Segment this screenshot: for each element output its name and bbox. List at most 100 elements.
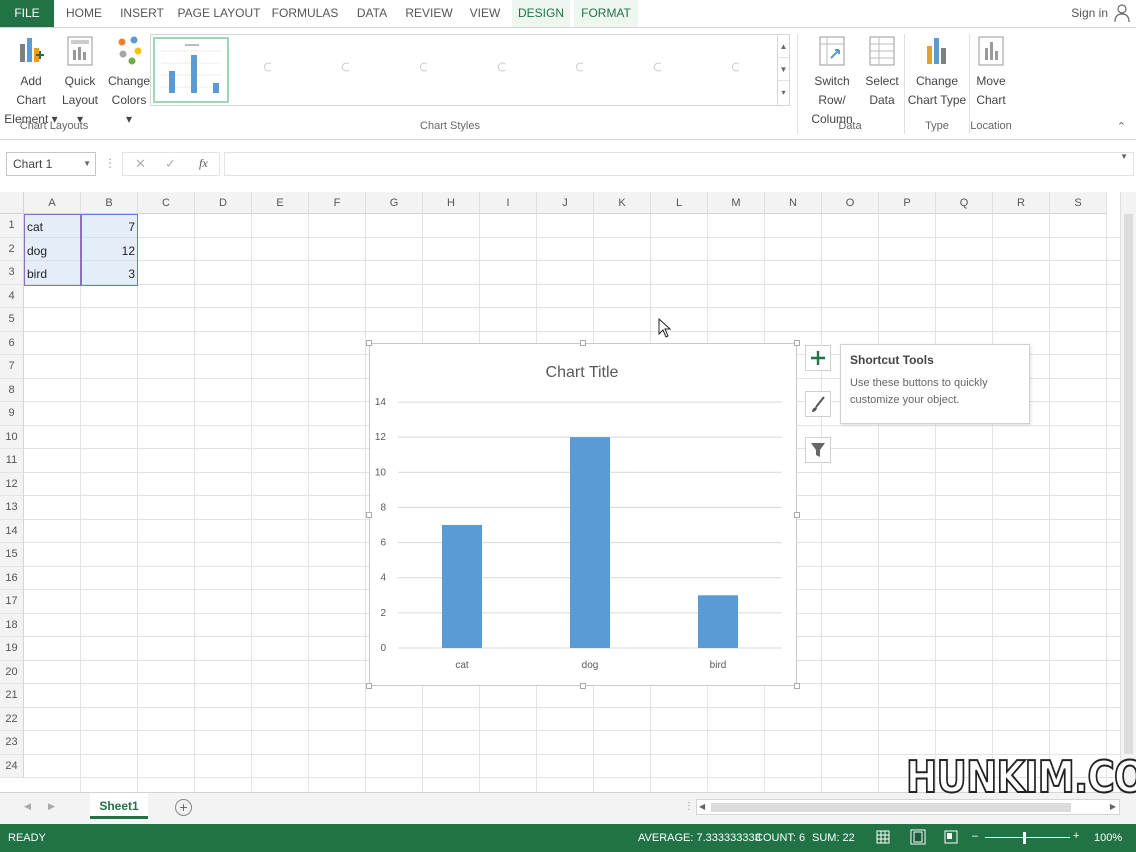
chart-style-2[interactable]	[263, 61, 273, 72]
expand-formula-bar-icon[interactable]: ▼	[1120, 152, 1128, 161]
zoom-in-icon[interactable]: +	[1073, 830, 1079, 842]
tab-view[interactable]: VIEW	[462, 0, 508, 27]
column-header-p[interactable]: P	[879, 192, 936, 214]
previous-sheet-icon[interactable]: ◀	[24, 801, 31, 812]
move-chart-button[interactable]: Move Chart	[970, 34, 1012, 110]
row-header-10[interactable]: 10	[0, 425, 24, 449]
chart-resize-handle[interactable]	[794, 340, 800, 346]
chart-style-3[interactable]	[341, 61, 351, 72]
row-header-21[interactable]: 21	[0, 684, 24, 708]
column-header-f[interactable]: F	[309, 192, 366, 214]
zoom-out-icon[interactable]: –	[972, 830, 978, 842]
cell-a2[interactable]: dog	[24, 240, 81, 263]
row-header-22[interactable]: 22	[0, 707, 24, 731]
change-chart-type-button[interactable]: Change Chart Type	[906, 34, 968, 110]
chart-style-5[interactable]	[497, 61, 507, 72]
column-header-a[interactable]: A	[24, 192, 81, 214]
column-header-g[interactable]: G	[366, 192, 423, 214]
tab-format[interactable]: FORMAT	[574, 0, 638, 27]
row-header-3[interactable]: 3	[0, 261, 24, 285]
row-header-14[interactable]: 14	[0, 519, 24, 543]
tab-data[interactable]: DATA	[348, 0, 396, 27]
chart-resize-handle[interactable]	[366, 512, 372, 518]
user-icon[interactable]	[1114, 3, 1130, 23]
chart-resize-handle[interactable]	[366, 683, 372, 689]
select-data-button[interactable]: Select Data	[864, 34, 900, 110]
row-header-19[interactable]: 19	[0, 637, 24, 661]
bar-dog[interactable]	[570, 437, 610, 648]
chart-title[interactable]: Chart Title	[546, 364, 619, 381]
chart-style-1-selected[interactable]	[153, 37, 229, 103]
vertical-scrollbar[interactable]	[1120, 192, 1136, 792]
tab-page-layout[interactable]: PAGE LAYOUT	[172, 0, 266, 27]
column-header-c[interactable]: C	[138, 192, 195, 214]
column-header-h[interactable]: H	[423, 192, 480, 214]
row-header-5[interactable]: 5	[0, 308, 24, 332]
tab-formulas[interactable]: FORMULAS	[268, 0, 342, 27]
row-header-12[interactable]: 12	[0, 472, 24, 496]
collapse-ribbon-icon[interactable]: ⌃	[1117, 120, 1126, 133]
formula-bar-splitter-icon[interactable]: ⋮	[104, 156, 116, 170]
column-header-q[interactable]: Q	[936, 192, 993, 214]
chart-style-4[interactable]	[419, 61, 429, 72]
row-header-23[interactable]: 23	[0, 731, 24, 755]
column-header-r[interactable]: R	[993, 192, 1050, 214]
gallery-down-arrow-icon[interactable]: ▼	[778, 58, 789, 81]
tab-file[interactable]: FILE	[0, 0, 54, 27]
chart-styles-button[interactable]	[805, 391, 831, 417]
row-header-7[interactable]: 7	[0, 355, 24, 379]
row-header-2[interactable]: 2	[0, 237, 24, 261]
chart-elements-button[interactable]	[805, 345, 831, 371]
row-header-13[interactable]: 13	[0, 496, 24, 520]
chart-resize-handle[interactable]	[580, 340, 586, 346]
tab-home[interactable]: HOME	[58, 0, 110, 27]
column-header-s[interactable]: S	[1050, 192, 1107, 214]
column-header-d[interactable]: D	[195, 192, 252, 214]
chart-resize-handle[interactable]	[794, 512, 800, 518]
sheet-tab-sheet1[interactable]: Sheet1	[90, 793, 148, 819]
cell-b2[interactable]: 12	[81, 240, 138, 263]
row-header-24[interactable]: 24	[0, 754, 24, 778]
select-all-corner[interactable]	[0, 192, 24, 214]
cancel-icon[interactable]: ✕	[135, 156, 146, 172]
scroll-right-icon[interactable]: ▶	[1110, 802, 1116, 811]
insert-function-button[interactable]: fx	[199, 156, 208, 171]
row-header-15[interactable]: 15	[0, 543, 24, 567]
vertical-scroll-thumb[interactable]	[1124, 214, 1133, 754]
new-sheet-button[interactable]: +	[175, 799, 192, 816]
horizontal-scroll-thumb[interactable]	[711, 803, 1071, 812]
column-header-k[interactable]: K	[594, 192, 651, 214]
column-header-o[interactable]: O	[822, 192, 879, 214]
cell-b1[interactable]: 7	[81, 216, 138, 239]
column-header-e[interactable]: E	[252, 192, 309, 214]
row-header-9[interactable]: 9	[0, 402, 24, 426]
chart-style-7[interactable]	[653, 61, 663, 72]
row-header-8[interactable]: 8	[0, 378, 24, 402]
zoom-slider-track[interactable]	[985, 837, 1070, 838]
sign-in-link[interactable]: Sign in	[1071, 6, 1108, 20]
row-header-4[interactable]: 4	[0, 284, 24, 308]
cell-a3[interactable]: bird	[24, 263, 81, 286]
row-header-18[interactable]: 18	[0, 613, 24, 637]
column-header-m[interactable]: M	[708, 192, 765, 214]
name-box[interactable]: Chart 1 ▼	[6, 152, 96, 176]
cell-b3[interactable]: 3	[81, 263, 138, 286]
chart-resize-handle[interactable]	[794, 683, 800, 689]
column-header-j[interactable]: J	[537, 192, 594, 214]
switch-row-column-button[interactable]: Switch Row/ Column	[800, 34, 864, 129]
chart-object[interactable]: Chart Title 0 2 4 6 8 10 12 14 cat dog bird	[369, 343, 797, 686]
tab-insert[interactable]: INSERT	[114, 0, 170, 27]
column-header-i[interactable]: I	[480, 192, 537, 214]
gallery-up-arrow-icon[interactable]: ▲	[778, 35, 789, 58]
chart-resize-handle[interactable]	[580, 683, 586, 689]
add-chart-element-button[interactable]: Add Chart Element ▾	[4, 34, 58, 129]
tab-split-handle-icon[interactable]: ⋮	[684, 801, 694, 812]
change-colors-button[interactable]: Change Colors ▾	[108, 34, 150, 129]
zoom-level[interactable]: 100%	[1094, 832, 1122, 844]
name-box-dropdown-icon[interactable]: ▼	[83, 153, 91, 175]
tab-review[interactable]: REVIEW	[400, 0, 458, 27]
row-header-16[interactable]: 16	[0, 566, 24, 590]
page-layout-view-icon[interactable]	[910, 829, 926, 845]
chart-style-8[interactable]	[731, 61, 741, 72]
scroll-left-icon[interactable]: ◀	[699, 802, 705, 811]
